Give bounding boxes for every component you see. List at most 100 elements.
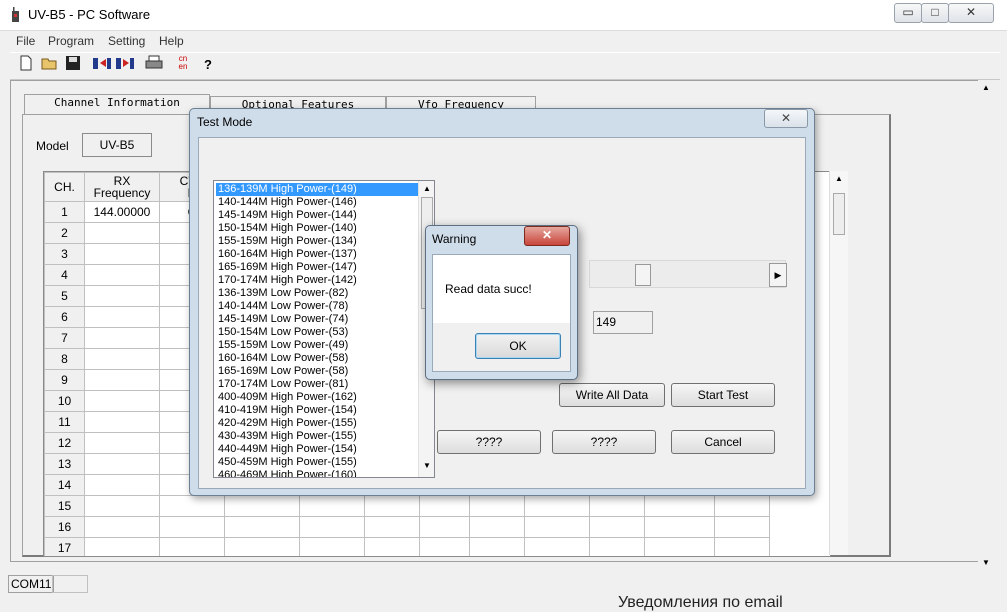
list-item[interactable]: 150-154M Low Power-(53) [216,326,418,339]
table-row[interactable]: 15 [44,495,770,517]
table-cell[interactable] [714,516,770,538]
table-cell[interactable] [224,495,300,517]
menu-file[interactable]: File [16,34,35,48]
rx-frequency-cell[interactable] [84,453,160,475]
menu-setting[interactable]: Setting [108,34,145,48]
rx-frequency-cell[interactable] [84,390,160,412]
list-item[interactable]: 155-159M High Power-(134) [216,235,418,248]
menu-program[interactable]: Program [48,34,94,48]
list-item[interactable]: 165-169M Low Power-(58) [216,365,418,378]
rx-frequency-cell[interactable] [84,348,160,370]
table-cell[interactable] [159,495,225,517]
table-cell[interactable] [714,495,770,517]
menu-help[interactable]: Help [159,34,184,48]
table-cell[interactable] [159,516,225,538]
dialog-close-button[interactable]: ✕ [764,109,808,128]
list-item[interactable]: 136-139M Low Power-(82) [216,287,418,300]
read-radio-icon[interactable] [92,55,112,75]
table-cell[interactable] [159,537,225,556]
table-cell[interactable] [589,495,645,517]
table-cell[interactable] [644,495,715,517]
slider-right-arrow-icon[interactable]: ▶ [769,263,787,287]
list-item[interactable]: 400-409M High Power-(162) [216,391,418,404]
table-cell[interactable] [364,495,420,517]
rx-frequency-cell[interactable] [84,432,160,454]
table-row[interactable]: 16 [44,516,770,538]
frequency-power-list[interactable]: 136-139M High Power-(149) 140-144M High P… [213,180,435,478]
rx-frequency-cell[interactable]: 144.00000 [84,201,160,223]
unknown-button-2[interactable]: ???? [552,430,656,454]
table-scrollbar[interactable]: ▲ [829,171,848,555]
power-slider[interactable] [589,260,786,288]
table-cell[interactable] [299,516,365,538]
table-cell[interactable] [524,537,590,556]
rx-frequency-cell[interactable] [84,516,160,538]
rx-frequency-cell[interactable] [84,411,160,433]
rx-frequency-cell[interactable] [84,306,160,328]
rx-frequency-cell[interactable] [84,369,160,391]
list-item[interactable]: 170-174M High Power-(142) [216,274,418,287]
list-item[interactable]: 155-159M Low Power-(49) [216,339,418,352]
rx-frequency-cell[interactable] [84,264,160,286]
table-row[interactable]: 17 [44,537,770,556]
slider-thumb[interactable] [635,264,651,286]
unknown-button-1[interactable]: ???? [437,430,541,454]
list-item[interactable]: 160-164M High Power-(137) [216,248,418,261]
list-item[interactable]: 440-449M High Power-(154) [216,443,418,456]
list-item[interactable]: 460-469M High Power-(160) [216,469,418,477]
table-cell[interactable] [469,537,525,556]
list-item[interactable]: 410-419M High Power-(154) [216,404,418,417]
list-item[interactable]: 160-164M Low Power-(58) [216,352,418,365]
list-item[interactable]: 450-459M High Power-(155) [216,456,418,469]
open-folder-icon[interactable] [40,55,60,75]
table-cell[interactable] [419,516,470,538]
language-icon[interactable]: cn en [173,55,193,75]
table-cell[interactable] [224,537,300,556]
table-cell[interactable] [589,516,645,538]
rx-frequency-cell[interactable] [84,495,160,517]
table-cell[interactable] [469,516,525,538]
table-cell[interactable] [419,495,470,517]
rx-frequency-cell[interactable] [84,327,160,349]
minimize-button[interactable]: ▭ [894,3,922,23]
cancel-button[interactable]: Cancel [671,430,775,454]
rx-frequency-cell[interactable] [84,222,160,244]
start-test-button[interactable]: Start Test [671,383,775,407]
list-item[interactable]: 145-149M High Power-(144) [216,209,418,222]
warning-close-button[interactable]: ✕ [524,226,570,246]
list-item[interactable]: 140-144M High Power-(146) [216,196,418,209]
window-scrollbar[interactable]: ▲ ▼ [978,80,994,570]
table-cell[interactable] [589,537,645,556]
list-item[interactable]: 170-174M Low Power-(81) [216,378,418,391]
rx-frequency-cell[interactable] [84,285,160,307]
list-item[interactable]: 430-439M High Power-(155) [216,430,418,443]
table-cell[interactable] [299,495,365,517]
list-item[interactable]: 165-169M High Power-(147) [216,261,418,274]
rx-frequency-cell[interactable] [84,537,160,556]
rx-frequency-cell[interactable] [84,474,160,496]
table-cell[interactable] [644,537,715,556]
save-icon[interactable] [63,55,83,75]
help-icon[interactable]: ? [198,55,218,75]
ok-button[interactable]: OK [475,333,561,359]
list-item[interactable]: 140-144M Low Power-(78) [216,300,418,313]
rx-frequency-cell[interactable] [84,243,160,265]
table-cell[interactable] [299,537,365,556]
write-radio-icon[interactable] [115,55,135,75]
list-item[interactable]: 150-154M High Power-(140) [216,222,418,235]
table-cell[interactable] [524,516,590,538]
table-cell[interactable] [364,537,420,556]
table-cell[interactable] [469,495,525,517]
table-cell[interactable] [524,495,590,517]
table-cell[interactable] [714,537,770,556]
table-cell[interactable] [644,516,715,538]
table-cell[interactable] [224,516,300,538]
close-button[interactable]: ✕ [948,3,994,23]
write-all-data-button[interactable]: Write All Data [559,383,665,407]
table-cell[interactable] [364,516,420,538]
power-value-field[interactable]: 149 [593,311,653,334]
list-item[interactable]: 420-429M High Power-(155) [216,417,418,430]
new-file-icon[interactable] [16,55,36,75]
list-item[interactable]: 136-139M High Power-(149) [216,183,418,196]
list-item[interactable]: 145-149M Low Power-(74) [216,313,418,326]
